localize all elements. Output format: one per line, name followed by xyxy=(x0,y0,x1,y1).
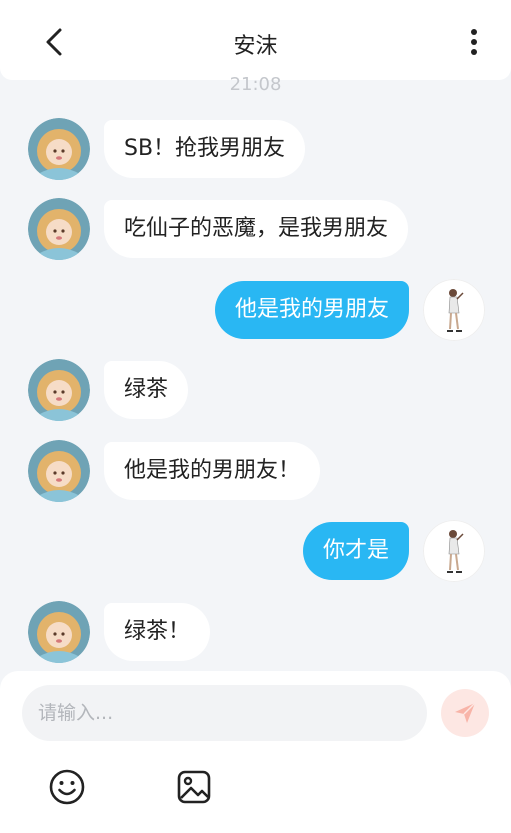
avatar-self[interactable] xyxy=(423,520,485,582)
emoji-button[interactable] xyxy=(47,767,87,807)
send-button[interactable] xyxy=(441,689,489,737)
message-bubble: 他是我的男朋友！ xyxy=(104,442,321,500)
message-row: 绿茶！ xyxy=(28,601,211,663)
message-bubble: SB！抢我男朋友 xyxy=(104,120,306,178)
more-vertical-icon xyxy=(471,29,477,55)
message-bubble-self: 他是我的男朋友 xyxy=(214,281,409,339)
message-row: 他是我的男朋友！ xyxy=(28,440,321,502)
avatar-other[interactable] xyxy=(28,118,90,180)
message-input[interactable]: 请输入... xyxy=(22,685,427,741)
avatar-other[interactable] xyxy=(28,601,90,663)
message-row: 你才是 xyxy=(302,520,485,582)
image-button[interactable] xyxy=(174,767,214,807)
image-icon xyxy=(177,770,211,804)
avatar-self[interactable] xyxy=(423,279,485,341)
avatar-other[interactable] xyxy=(28,359,90,421)
more-options-button[interactable] xyxy=(459,26,489,58)
timestamp: 21:08 xyxy=(229,74,282,95)
message-bubble: 绿茶！ xyxy=(104,603,211,661)
avatar-other[interactable] xyxy=(28,198,90,260)
message-bubble: 绿茶 xyxy=(104,361,189,419)
emoji-icon xyxy=(49,769,85,805)
message-row: 绿茶 xyxy=(28,359,189,421)
composer-panel: 请输入... xyxy=(0,671,511,833)
message-bubble: 吃仙子的恶魔，是我男朋友 xyxy=(104,200,409,258)
avatar-other[interactable] xyxy=(28,440,90,502)
send-icon xyxy=(455,702,476,723)
message-row: 吃仙子的恶魔，是我男朋友 xyxy=(28,198,409,260)
message-row: SB！抢我男朋友 xyxy=(28,118,306,180)
chat-title: 安沫 xyxy=(233,34,278,59)
top-bar: 安沫 xyxy=(0,0,511,80)
message-bubble-self: 你才是 xyxy=(302,522,409,580)
message-row: 他是我的男朋友 xyxy=(214,279,485,341)
